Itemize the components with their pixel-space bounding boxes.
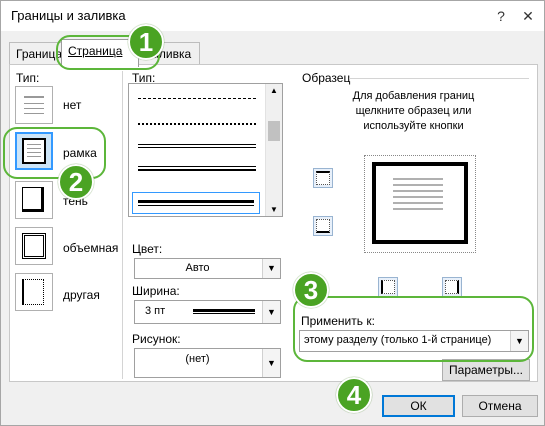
style-dash-dot[interactable] xyxy=(138,98,256,99)
chevron-down-icon[interactable]: ▼ xyxy=(262,349,280,377)
scroll-thumb[interactable] xyxy=(268,121,280,141)
callout-1: 1 xyxy=(128,24,164,60)
style-list[interactable]: ▲ ▼ xyxy=(128,83,283,217)
art-label: Рисунок: xyxy=(132,332,181,346)
width-label: Ширина: xyxy=(132,284,180,298)
scroll-down-icon[interactable]: ▼ xyxy=(266,205,282,214)
width-dropdown[interactable]: 3 пт ▼ xyxy=(134,300,281,324)
preview-group-line xyxy=(349,78,529,79)
cancel-button[interactable]: Отмена xyxy=(462,395,538,417)
setting-custom-label[interactable]: другая xyxy=(63,288,100,302)
bottom-border-button[interactable] xyxy=(313,216,333,236)
setting-none-icon[interactable] xyxy=(15,86,53,124)
setting-shadow-icon[interactable] xyxy=(15,181,53,219)
art-dropdown[interactable]: (нет) ▼ xyxy=(134,348,281,378)
close-button[interactable]: ✕ xyxy=(518,6,538,26)
preview-hint: Для добавления границ щелкните образец и… xyxy=(352,90,475,132)
setting-none-label[interactable]: нет xyxy=(63,98,81,112)
help-button[interactable]: ? xyxy=(491,6,511,26)
dialog-title: Границы и заливка xyxy=(11,8,126,23)
width-value: 3 пт xyxy=(145,305,166,317)
chevron-down-icon[interactable]: ▼ xyxy=(262,301,280,323)
right-border-button[interactable] xyxy=(442,277,462,297)
title-bar: Границы и заливка ? ✕ xyxy=(1,1,544,31)
options-button[interactable]: Параметры... xyxy=(442,359,530,381)
preview-page[interactable] xyxy=(372,162,468,244)
column-divider xyxy=(122,71,123,379)
style-thin-thick[interactable] xyxy=(138,166,256,171)
setting-custom-icon[interactable] xyxy=(15,273,53,311)
callout-4: 4 xyxy=(336,377,372,413)
scroll-up-icon[interactable]: ▲ xyxy=(266,86,282,95)
color-value: Авто xyxy=(185,262,210,274)
borders-and-shading-dialog: Границы и заливка ? ✕ Граница Страница З… xyxy=(0,0,545,426)
preview-label: Образец xyxy=(302,71,351,85)
style-scrollbar[interactable]: ▲ ▼ xyxy=(265,84,282,216)
style-selected[interactable] xyxy=(132,192,260,214)
setting-label: Тип: xyxy=(16,71,40,85)
top-border-button[interactable] xyxy=(313,168,333,188)
art-value: (нет) xyxy=(185,353,210,365)
callout-3: 3 xyxy=(293,272,329,308)
color-label: Цвет: xyxy=(132,242,163,256)
left-border-button[interactable] xyxy=(378,277,398,297)
callout-2: 2 xyxy=(58,164,94,200)
style-double-thin[interactable] xyxy=(138,144,256,148)
style-dash-dot-dot[interactable] xyxy=(138,123,256,125)
ok-button[interactable]: ОК xyxy=(382,395,455,417)
width-preview-line xyxy=(193,309,255,314)
highlight-ring-apply xyxy=(293,296,534,362)
chevron-down-icon[interactable]: ▼ xyxy=(262,259,280,278)
setting-3d-icon[interactable] xyxy=(15,227,53,265)
setting-3d-label[interactable]: объемная xyxy=(63,241,118,255)
color-dropdown[interactable]: Авто ▼ xyxy=(134,258,281,279)
tab-border[interactable]: Граница xyxy=(9,42,63,66)
